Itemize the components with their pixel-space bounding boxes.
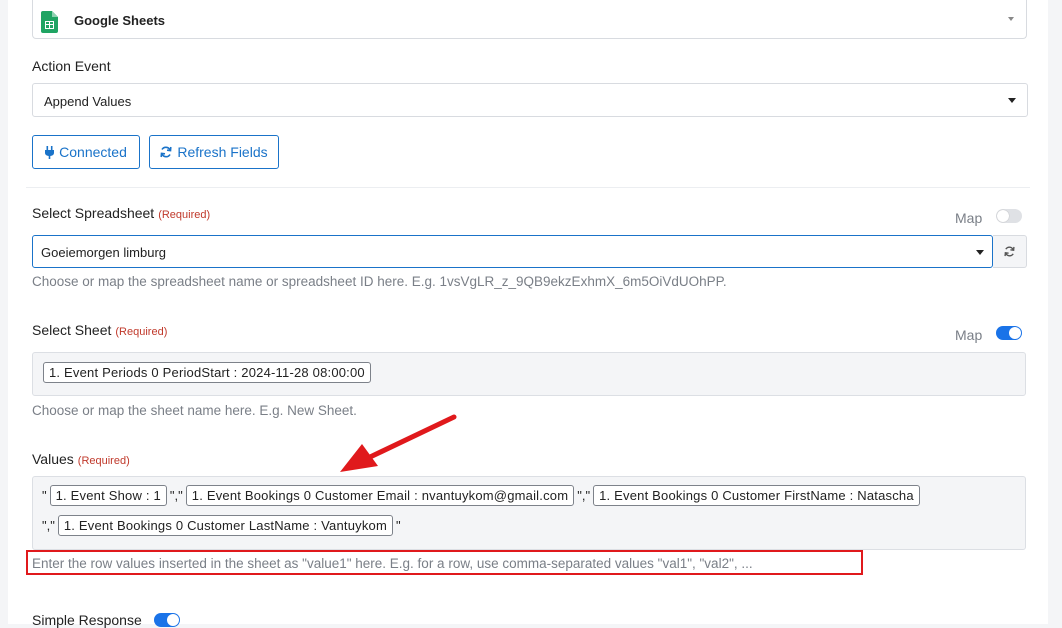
sheet-label-row: Select Sheet (Required) bbox=[32, 322, 167, 340]
map-label: Map bbox=[955, 327, 983, 343]
refresh-fields-label: Refresh Fields bbox=[177, 144, 268, 160]
app-name: Google Sheets bbox=[74, 13, 166, 28]
annotation-highlight-box bbox=[26, 550, 863, 575]
map-label: Map bbox=[955, 210, 983, 226]
mapped-field-pill[interactable]: 1. Event Bookings 0 Customer FirstName :… bbox=[593, 485, 920, 506]
values-label: Values bbox=[32, 451, 74, 467]
spreadsheet-label-row: Select Spreadsheet (Required) bbox=[32, 205, 210, 223]
action-event-label: Action Event bbox=[32, 58, 111, 74]
spreadsheet-label: Select Spreadsheet bbox=[32, 205, 155, 221]
values-row-2: "," 1. Event Bookings 0 Customer LastNam… bbox=[42, 515, 401, 536]
required-marker: (Required) bbox=[158, 209, 211, 221]
divider bbox=[26, 187, 1030, 188]
values-label-row: Values (Required) bbox=[32, 451, 130, 469]
connected-button[interactable]: Connected bbox=[32, 135, 140, 169]
values-row-1: " 1. Event Show : 1 "," 1. Event Booking… bbox=[42, 485, 920, 506]
quote-literal: " bbox=[42, 488, 47, 503]
mapped-field-pill[interactable]: 1. Event Periods 0 PeriodStart : 2024-11… bbox=[43, 362, 371, 383]
form-panel: Google Sheets Action Event Append Values… bbox=[8, 0, 1048, 628]
annotation-arrow-icon bbox=[340, 414, 457, 472]
simple-response-label: Simple Response bbox=[32, 612, 142, 628]
plug-icon bbox=[45, 145, 55, 159]
spreadsheet-refresh-button[interactable] bbox=[993, 235, 1027, 268]
refresh-icon bbox=[1004, 246, 1015, 257]
sheet-pill-row: 1. Event Periods 0 PeriodStart : 2024-11… bbox=[43, 362, 371, 383]
spreadsheet-help: Choose or map the spreadsheet name or sp… bbox=[32, 274, 727, 289]
sheet-map-field[interactable]: 1. Event Periods 0 PeriodStart : 2024-11… bbox=[32, 352, 1026, 396]
sheet-help: Choose or map the sheet name here. E.g. … bbox=[32, 403, 357, 418]
action-event-select[interactable]: Append Values bbox=[32, 83, 1028, 117]
google-sheets-icon bbox=[41, 11, 58, 33]
mapped-field-pill[interactable]: 1. Event Bookings 0 Customer LastName : … bbox=[57, 515, 393, 536]
toggle-knob bbox=[167, 614, 179, 626]
separator-literal: "," bbox=[577, 488, 591, 503]
connected-label: Connected bbox=[59, 144, 127, 160]
refresh-fields-button[interactable]: Refresh Fields bbox=[149, 135, 279, 169]
separator-literal: "," bbox=[42, 518, 55, 533]
sheet-label: Select Sheet bbox=[32, 322, 112, 338]
action-event-value: Append Values bbox=[44, 94, 132, 109]
toggle-knob bbox=[1009, 327, 1021, 339]
spreadsheet-value: Goeiemorgen limburg bbox=[41, 245, 167, 260]
required-marker: (Required) bbox=[115, 326, 168, 338]
toggle-knob bbox=[997, 210, 1009, 222]
chevron-down-icon bbox=[1008, 98, 1016, 103]
app-select[interactable]: Google Sheets bbox=[32, 0, 1027, 39]
quote-literal: " bbox=[396, 518, 401, 533]
spreadsheet-map-toggle[interactable] bbox=[996, 209, 1022, 223]
separator-literal: "," bbox=[169, 488, 183, 503]
values-map-field[interactable]: " 1. Event Show : 1 "," 1. Event Booking… bbox=[32, 476, 1026, 550]
mapped-field-pill[interactable]: 1. Event Show : 1 bbox=[49, 485, 167, 506]
chevron-down-icon bbox=[976, 250, 984, 255]
simple-response-toggle[interactable] bbox=[154, 613, 180, 627]
mapped-field-pill[interactable]: 1. Event Bookings 0 Customer Email : nva… bbox=[185, 485, 575, 506]
sheet-map-toggle[interactable] bbox=[996, 326, 1022, 340]
spreadsheet-select[interactable]: Goeiemorgen limburg bbox=[32, 235, 993, 268]
refresh-icon bbox=[160, 146, 172, 158]
required-marker: (Required) bbox=[77, 455, 130, 467]
chevron-down-icon bbox=[1008, 17, 1014, 21]
